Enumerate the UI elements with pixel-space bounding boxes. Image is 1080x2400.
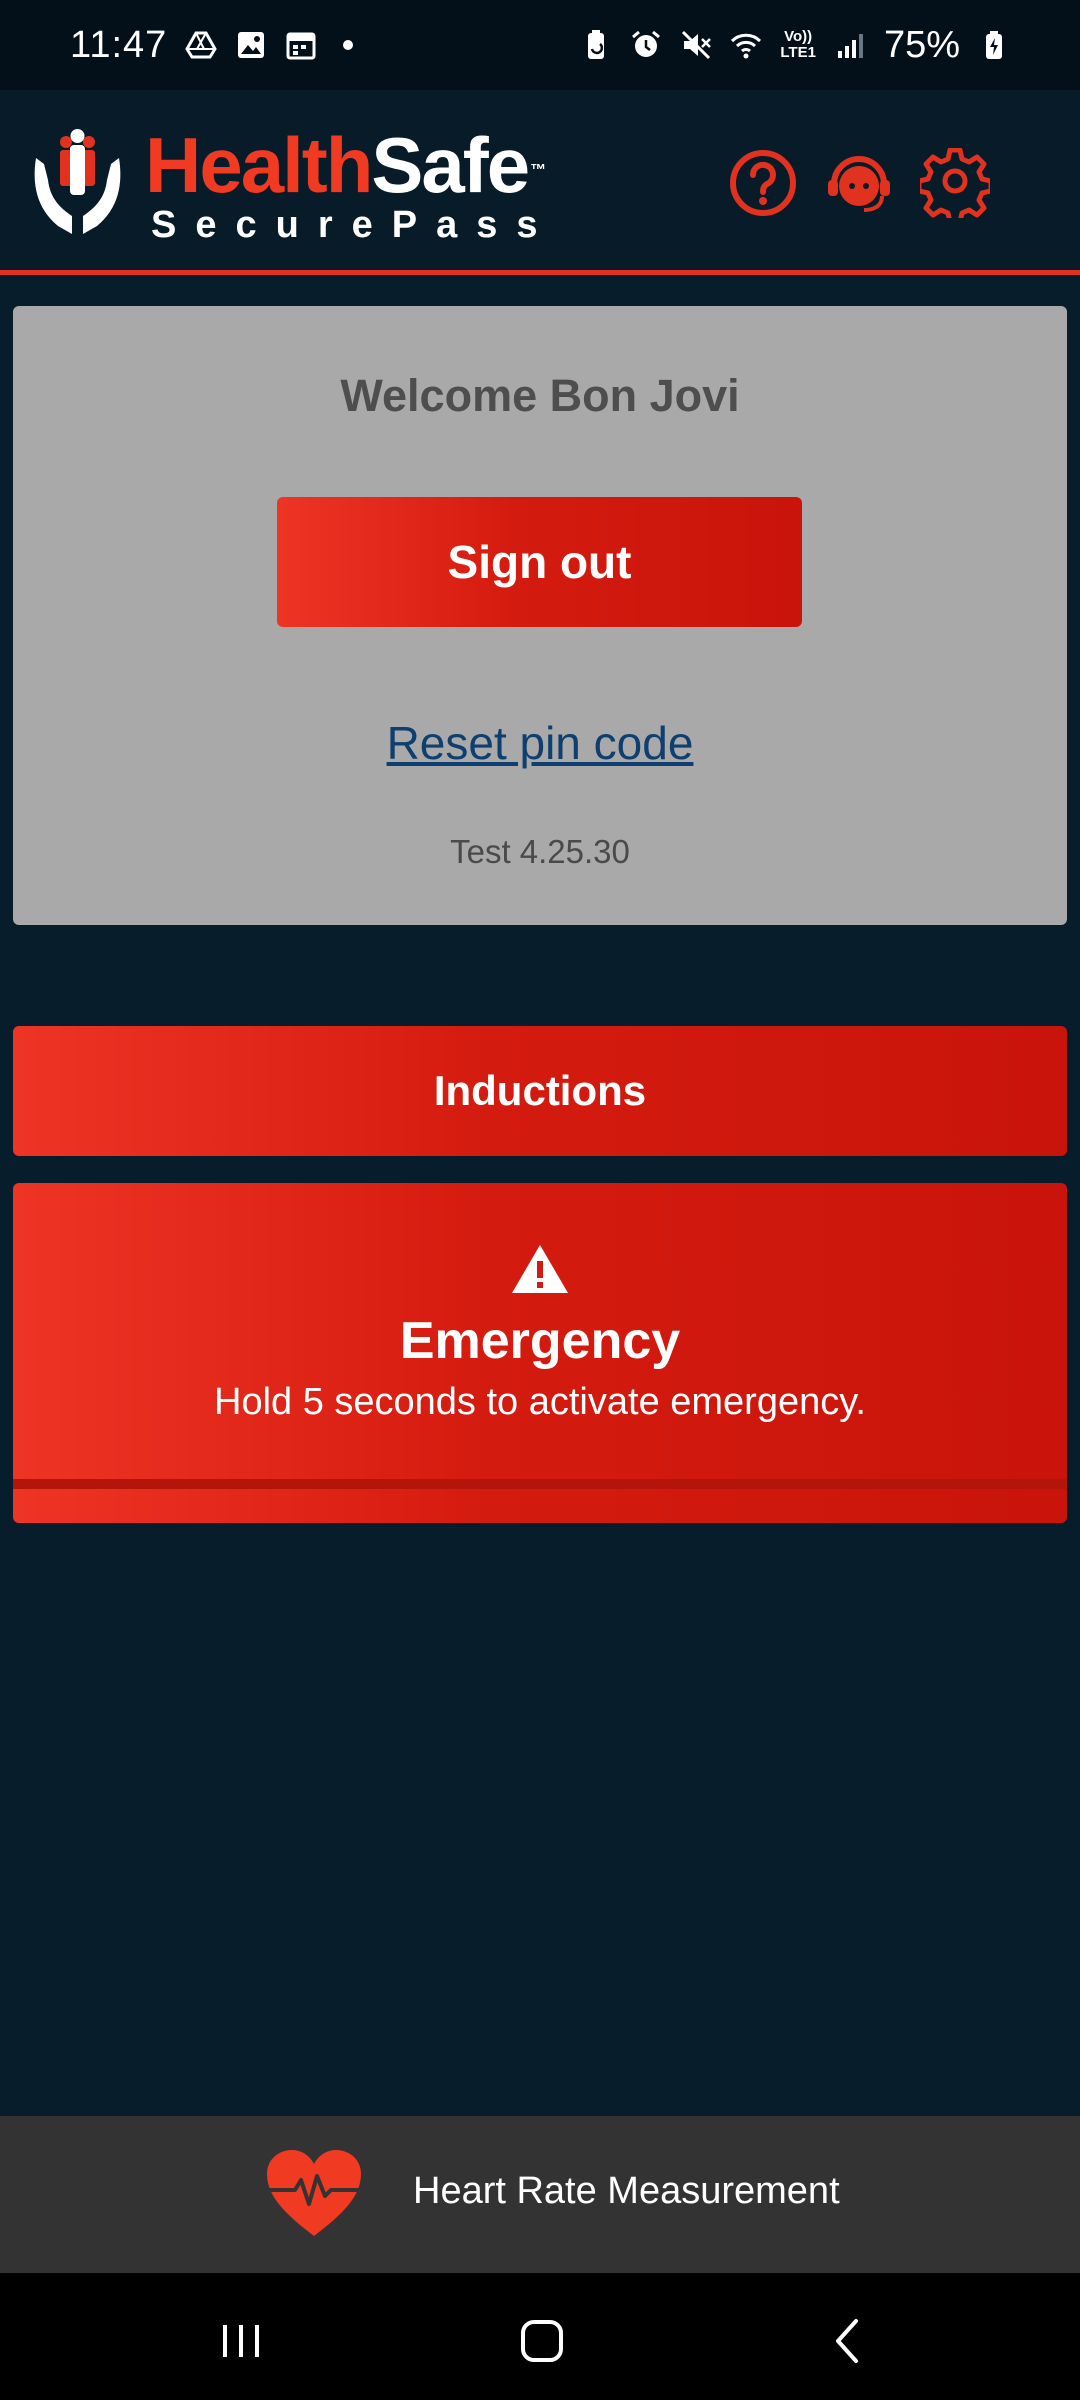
help-icon[interactable] [728, 148, 798, 218]
status-left: 11:47 [70, 23, 354, 67]
lte-text: LTE1 [780, 44, 816, 61]
logo-subtitle: SecurePass [151, 204, 557, 246]
status-right: Vo)) LTE1 75% [580, 24, 1010, 67]
logo-title: HealthSafe ™ [145, 126, 557, 204]
gallery-icon [238, 32, 265, 58]
battery-saver-icon [588, 30, 605, 59]
app-header: HealthSafe ™ SecurePass [0, 90, 1080, 275]
logo-health: Health [145, 121, 373, 209]
mute-icon [682, 30, 712, 60]
header-actions [728, 148, 990, 218]
calendar-icon [286, 32, 316, 60]
back-icon[interactable] [818, 2311, 878, 2371]
heart-rate-icon [267, 2150, 361, 2236]
heart-rate-bar[interactable]: Heart Rate Measurement [0, 2116, 1080, 2273]
healthsafe-logo: HealthSafe ™ SecurePass [30, 126, 557, 247]
emergency-hold-progress [13, 1479, 1067, 1489]
emergency-button[interactable]: Emergency Hold 5 seconds to activate eme… [13, 1183, 1067, 1523]
home-icon[interactable] [512, 2311, 572, 2371]
settings-icon[interactable] [920, 148, 990, 218]
wifi-icon [731, 33, 762, 59]
emergency-title: Emergency [399, 1312, 681, 1370]
inductions-button[interactable]: Inductions [13, 1026, 1067, 1156]
status-time: 11:47 [70, 23, 168, 66]
signal-icon [837, 34, 863, 58]
system-nav-bar [0, 2273, 1080, 2400]
drive-icon [185, 31, 218, 59]
volte-lte1-icon: Vo)) LTE1 [780, 29, 816, 61]
inductions-label: Inductions [433, 1067, 647, 1114]
status-bar: 11:47 Vo)) LTE1 75% [0, 0, 1080, 90]
welcome-text: Welcome Bon Jovi [340, 370, 740, 421]
heart-rate-label: Heart Rate Measurement [413, 2170, 840, 2212]
warning-icon [512, 1245, 568, 1293]
battery-percent: 75% [883, 23, 960, 66]
hands-people-logo-icon [34, 129, 121, 234]
emergency-subtitle: Hold 5 seconds to activate emergency. [214, 1381, 866, 1423]
notification-dot [343, 40, 354, 50]
support-agent-icon[interactable] [824, 148, 894, 218]
reset-pin-link[interactable]: Reset pin code [13, 716, 1067, 770]
welcome-card: Welcome Bon Jovi Sign out Reset pin code… [13, 306, 1067, 925]
app-version: Test 4.25.30 [450, 833, 630, 870]
recent-apps-icon[interactable] [211, 2311, 271, 2371]
charging-battery-icon [986, 31, 1002, 59]
logo-trademark: ™ [530, 162, 546, 179]
logo-safe: Safe [371, 121, 530, 209]
alarm-icon [632, 30, 661, 57]
logo-wordmark: HealthSafe ™ SecurePass [145, 126, 557, 247]
volte-text: Vo)) [784, 28, 813, 45]
sign-out-button[interactable]: Sign out [277, 497, 802, 627]
